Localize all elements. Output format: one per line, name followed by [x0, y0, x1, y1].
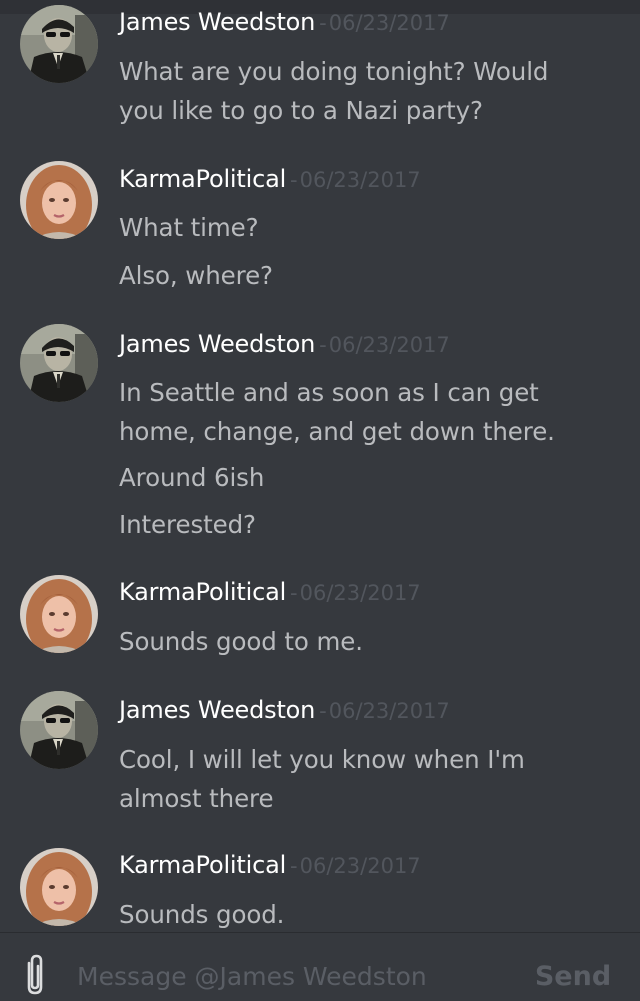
message-timestamp: 06/23/2017 [299, 581, 421, 605]
message-timestamp: 06/23/2017 [299, 168, 421, 192]
avatar-image [20, 324, 98, 402]
message-header: KarmaPolitical -06/23/2017 [119, 578, 421, 606]
author-name[interactable]: KarmaPolitical [119, 165, 286, 193]
timestamp-separator: - [290, 168, 298, 192]
avatar-james-weedston[interactable] [20, 324, 98, 402]
message-text: Sounds good. [119, 900, 285, 929]
avatar-james-weedston[interactable] [20, 691, 98, 769]
message-header: James Weedston -06/23/2017 [119, 8, 450, 36]
message-header: KarmaPolitical -06/23/2017 [119, 165, 421, 193]
timestamp-separator: - [319, 333, 327, 357]
message-timestamp: 06/23/2017 [328, 699, 450, 723]
message-text: Sounds good to me. [119, 627, 363, 656]
paperclip-icon[interactable] [18, 953, 52, 997]
author-name[interactable]: James Weedston [119, 330, 315, 358]
message-text: In Seattle and as soon as I can get [119, 378, 539, 407]
timestamp-separator: - [319, 11, 327, 35]
author-name[interactable]: KarmaPolitical [119, 578, 286, 606]
avatar-james-weedston[interactable] [20, 5, 98, 83]
message-composer: Send [0, 932, 640, 999]
message-header: James Weedston -06/23/2017 [119, 330, 450, 358]
message-timestamp: 06/23/2017 [328, 333, 450, 357]
message-text: Interested? [119, 510, 256, 539]
avatar-image [20, 691, 98, 769]
author-name[interactable]: James Weedston [119, 696, 315, 724]
avatar-karmapolitical[interactable] [20, 575, 98, 653]
avatar-karmapolitical[interactable] [20, 161, 98, 239]
avatar-image [20, 575, 98, 653]
message-text: What time? [119, 213, 259, 242]
avatar-karmapolitical[interactable] [20, 848, 98, 926]
author-name[interactable]: James Weedston [119, 8, 315, 36]
message-text: Around 6ish [119, 463, 265, 492]
message-text: Also, where? [119, 261, 273, 290]
message-timestamp: 06/23/2017 [299, 854, 421, 878]
avatar-image [20, 848, 98, 926]
timestamp-separator: - [290, 581, 298, 605]
message-timestamp: 06/23/2017 [328, 11, 450, 35]
message-text: Cool, I will let you know when I'm [119, 745, 525, 774]
message-text: almost there [119, 784, 274, 813]
message-input[interactable] [77, 957, 507, 995]
message-text: you like to go to a Nazi party? [119, 96, 483, 125]
avatar-image [20, 5, 98, 83]
send-button[interactable]: Send [525, 955, 621, 997]
timestamp-separator: - [290, 854, 298, 878]
message-header: James Weedston -06/23/2017 [119, 696, 450, 724]
message-text: home, change, and get down there. [119, 417, 555, 446]
message-text: What are you doing tonight? Would [119, 57, 549, 86]
timestamp-separator: - [319, 699, 327, 723]
message-list: James Weedston -06/23/2017 What are you d… [0, 0, 640, 932]
message-header: KarmaPolitical -06/23/2017 [119, 851, 421, 879]
avatar-image [20, 161, 98, 239]
author-name[interactable]: KarmaPolitical [119, 851, 286, 879]
